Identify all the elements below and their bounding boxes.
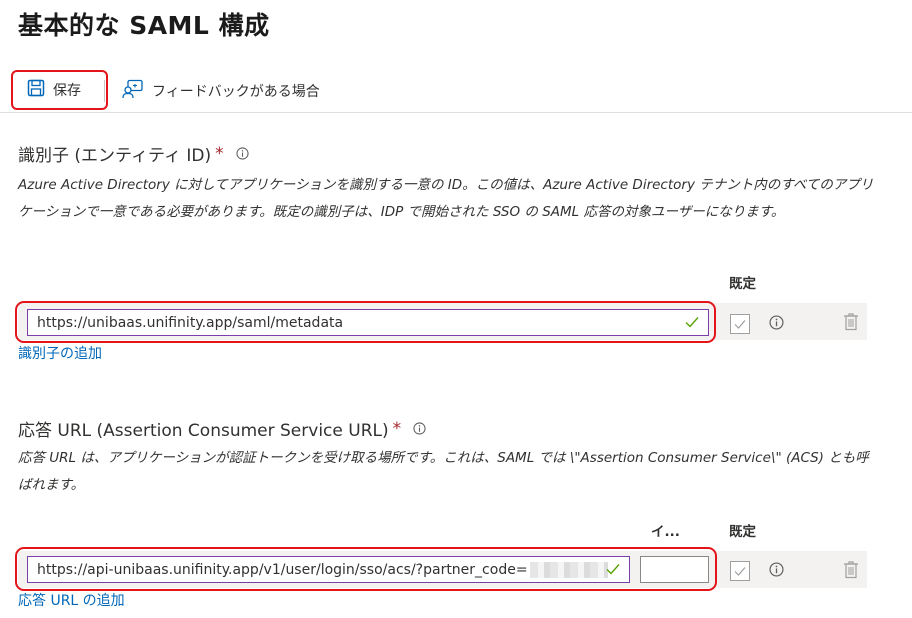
feedback-button[interactable]: フィードバックがある場合 xyxy=(122,79,320,103)
checkmark-icon xyxy=(685,317,699,328)
info-icon[interactable] xyxy=(769,562,784,577)
feedback-icon xyxy=(122,79,144,103)
required-mark: * xyxy=(215,143,224,164)
reply-url-description: 応答 URL は、アプリケーションが認証トークンを受け取る場所です。これは、SA… xyxy=(18,450,869,493)
reply-url-section-title: 応答 URL (Assertion Consumer Service URL) … xyxy=(18,416,426,441)
identifier-description: Azure Active Directory に対してアプリケーションを識別する… xyxy=(18,177,874,220)
reply-url-index-column-header: イ... xyxy=(651,524,680,540)
checkmark-icon xyxy=(606,564,620,575)
reply-url-input-value: https://api-unibaas.unifinity.app/v1/use… xyxy=(37,561,528,578)
save-label: 保存 xyxy=(53,83,81,99)
checkmark-icon xyxy=(734,567,746,576)
reply-url-default-column-header: 既定 xyxy=(729,524,756,540)
add-identifier-link[interactable]: 識別子の追加 xyxy=(18,343,102,363)
trash-icon[interactable] xyxy=(843,312,859,331)
feedback-label: フィードバックがある場合 xyxy=(152,84,320,100)
identifier-section-title: 識別子 (エンティティ ID) * xyxy=(18,141,249,166)
identifier-input-value: https://unibaas.unifinity.app/saml/metad… xyxy=(37,314,344,331)
toolbar-divider xyxy=(104,80,105,102)
identifier-default-column-header: 既定 xyxy=(729,276,756,292)
command-bar-divider xyxy=(0,112,912,113)
reply-url-input[interactable]: https://api-unibaas.unifinity.app/v1/use… xyxy=(27,556,630,583)
reply-url-title-text: 応答 URL (Assertion Consumer Service URL) xyxy=(18,421,389,441)
info-icon[interactable] xyxy=(413,422,426,435)
page-title: 基本的な SAML 構成 xyxy=(18,11,270,40)
redacted-value xyxy=(529,561,608,578)
save-button[interactable]: 保存 xyxy=(11,70,108,110)
reply-url-default-checkbox[interactable] xyxy=(730,561,750,581)
save-icon xyxy=(27,79,45,101)
checkmark-icon xyxy=(734,320,746,329)
info-icon[interactable] xyxy=(236,147,249,160)
identifier-input[interactable]: https://unibaas.unifinity.app/saml/metad… xyxy=(27,309,709,336)
identifier-default-checkbox[interactable] xyxy=(730,314,750,334)
required-mark: * xyxy=(392,418,402,439)
reply-url-index-input[interactable] xyxy=(640,556,709,583)
identifier-title-text: 識別子 (エンティティ ID) xyxy=(18,146,212,166)
trash-icon[interactable] xyxy=(843,560,859,579)
info-icon[interactable] xyxy=(769,315,784,330)
add-reply-url-link[interactable]: 応答 URL の追加 xyxy=(18,590,125,610)
